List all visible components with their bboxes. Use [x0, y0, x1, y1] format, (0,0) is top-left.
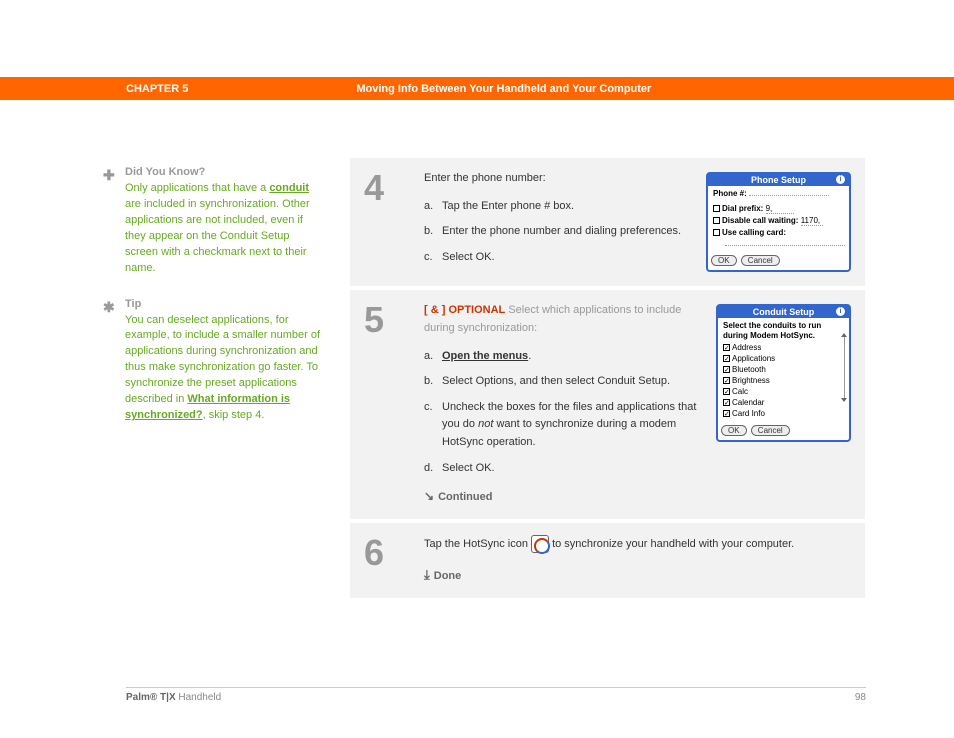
sidebar: ✚ Did You Know? Only applications that h…: [105, 165, 325, 444]
use-calling-card-checkbox: [713, 229, 720, 236]
step-6-body: Tap the HotSync icon to synchronize your…: [424, 535, 851, 586]
step-6: 6 Tap the HotSync icon to synchronize yo…: [350, 523, 865, 602]
step-4-b: b.Enter the phone number and dialing pre…: [424, 223, 691, 241]
step-6-post: to synchronize your handheld with your c…: [552, 538, 794, 550]
info-icon: i: [836, 307, 845, 316]
step-5-d: d.Select OK.: [424, 460, 701, 478]
phone-ok-button: OK: [711, 255, 737, 266]
disable-call-waiting-checkbox: [713, 217, 720, 224]
dial-prefix-checkbox: [713, 205, 720, 212]
tip-block: ✱ Tip You can deselect applications, for…: [105, 297, 325, 425]
conduit-ok-button: OK: [721, 425, 747, 436]
step-5-b: b.Select Options, and then select Condui…: [424, 373, 701, 391]
conduit-link[interactable]: conduit: [269, 182, 309, 194]
step-6-pre: Tap the HotSync icon: [424, 538, 531, 550]
product-name: Palm® T|X Handheld: [126, 692, 221, 703]
dyk-text-pre: Only applications that have a: [125, 182, 269, 194]
chapter-header-bar: CHAPTER 5 Moving Info Between Your Handh…: [0, 77, 954, 100]
info-icon: i: [836, 175, 845, 184]
main-steps: 4 Enter the phone number: a.Tap the Ente…: [350, 158, 865, 602]
tip-text-pre: You can deselect applications, for examp…: [125, 314, 320, 406]
did-you-know-body: Only applications that have a conduit ar…: [125, 181, 325, 277]
step-6-number: 6: [364, 535, 424, 586]
step-4-number: 4: [364, 170, 424, 274]
open-menus-link[interactable]: Open the menus: [442, 350, 528, 362]
page-footer: Palm® T|X Handheld 98: [126, 687, 866, 703]
tip-heading: Tip: [125, 297, 325, 313]
done-marker: ⤓Done: [424, 565, 851, 586]
hotsync-icon: [531, 535, 549, 553]
chapter-title: Moving Info Between Your Handheld and Yo…: [356, 83, 651, 95]
continued-arrow-icon: ↘: [424, 489, 434, 503]
conduit-setup-screenshot: Conduit Setup i Select the conduits to ru…: [716, 304, 851, 441]
continued-marker: ↘Continued: [424, 487, 701, 507]
dyk-text-post: are included in synchronization. Other a…: [125, 198, 310, 274]
conduit-cancel-button: Cancel: [751, 425, 790, 436]
tip-text-post: , skip step 4.: [203, 409, 265, 421]
did-you-know-heading: Did You Know?: [125, 165, 325, 181]
step-5-number: 5: [364, 302, 424, 506]
chapter-label: CHAPTER 5: [126, 83, 188, 95]
step-4: 4 Enter the phone number: a.Tap the Ente…: [350, 158, 865, 290]
step-4-c: c.Select OK.: [424, 249, 691, 267]
page-number: 98: [855, 692, 866, 703]
phone-setup-title: Phone Setup: [751, 175, 806, 185]
step-5-c: c.Uncheck the boxes for the files and ap…: [424, 399, 701, 452]
asterisk-icon: ✱: [103, 297, 115, 317]
tip-body: You can deselect applications, for examp…: [125, 313, 325, 425]
phone-num-field: [749, 195, 829, 196]
step-5: 5 [ & ] OPTIONAL Select which applicatio…: [350, 290, 865, 522]
plus-icon: ✚: [103, 165, 115, 185]
phone-cancel-button: Cancel: [741, 255, 780, 266]
done-arrow-icon: ⤓: [424, 567, 430, 582]
step-4-lead: Enter the phone number:: [424, 170, 691, 188]
step-4-a: a.Tap the Enter phone # box.: [424, 198, 691, 216]
conduit-lead: Select the conduits to run during Modem …: [723, 321, 839, 340]
conduit-setup-title: Conduit Setup: [753, 307, 815, 317]
did-you-know-block: ✚ Did You Know? Only applications that h…: [105, 165, 325, 277]
optional-tag: [ & ] OPTIONAL: [424, 304, 505, 316]
step-5-a: a.Open the menus.: [424, 348, 701, 366]
phone-setup-screenshot: Phone Setupi Phone #: Dial prefix: 9, Di…: [706, 172, 851, 272]
scrollbar-icon: [843, 336, 846, 398]
